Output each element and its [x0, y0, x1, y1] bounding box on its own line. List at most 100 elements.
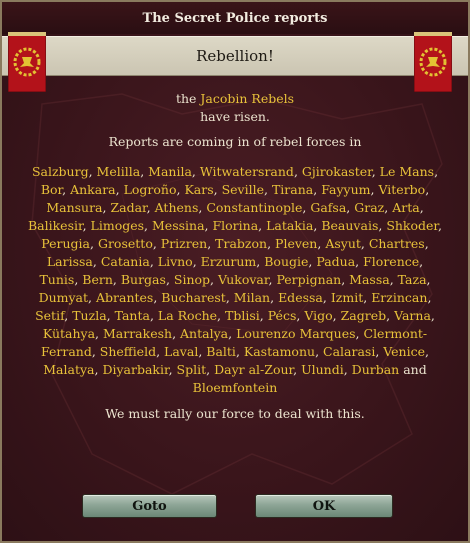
city-name: Trabzon — [215, 236, 268, 251]
city-name: Bougie — [264, 254, 309, 269]
city-name: Beauvais — [321, 218, 379, 233]
city-name: Perpignan — [276, 272, 342, 287]
city-name: Livno — [157, 254, 193, 269]
city-name: Izmit — [330, 290, 364, 305]
city-name: Shkoder — [386, 218, 439, 233]
reports-text: Reports are coming in of rebel forces in — [108, 134, 362, 149]
goto-button[interactable]: Goto — [82, 494, 217, 518]
city-name: Bern — [82, 272, 113, 287]
city-name: Kütahya — [42, 326, 96, 341]
city-name: Balikesir — [27, 218, 83, 233]
city-name: La Roche — [157, 308, 218, 323]
city-name: Bucharest — [161, 290, 226, 305]
city-name: Perugia — [41, 236, 91, 251]
city-name: Manila — [148, 164, 192, 179]
city-name: Kars — [184, 182, 214, 197]
city-name: Erzurum — [200, 254, 257, 269]
and-text: and — [403, 362, 427, 377]
city-name: Larissa — [46, 254, 93, 269]
city-name: Gjirokaster — [301, 164, 372, 179]
city-name: Latakia — [266, 218, 314, 233]
city-name: Diyarbakir — [102, 362, 169, 377]
city-name: Dayr al-Zour — [214, 362, 294, 377]
city-name: Pleven — [275, 236, 318, 251]
rebellion-dialog: The Secret Police reports Rebellion! the… — [0, 0, 470, 543]
city-name: Laval — [164, 344, 199, 359]
city-name: Calarasi — [323, 344, 376, 359]
city-name: Salzburg — [31, 164, 89, 179]
city-name: Pécs — [267, 308, 297, 323]
prefix-text: the — [175, 91, 197, 106]
city-name: Gafsa — [310, 200, 347, 215]
city-name: Durban — [351, 362, 400, 377]
city-name: Setif — [35, 308, 65, 323]
city-name: Limoges — [90, 218, 145, 233]
city-name: Padua — [316, 254, 356, 269]
city-name: Milan — [233, 290, 271, 305]
city-name: Seville — [221, 182, 265, 197]
city-name: Tanta — [114, 308, 150, 323]
city-name: Grosetto — [97, 236, 153, 251]
city-name: Marrakesh — [102, 326, 173, 341]
city-name: Arta — [392, 200, 420, 215]
window-title: The Secret Police reports — [2, 2, 468, 34]
city-name: Dumyat — [38, 290, 89, 305]
city-name: Fayyum — [321, 182, 371, 197]
header-title: Rebellion! — [196, 47, 274, 65]
city-name: Ankara — [70, 182, 116, 197]
city-name: Taza — [397, 272, 427, 287]
city-name: Prizren — [160, 236, 208, 251]
city-name: Varna — [394, 308, 431, 323]
city-name: Messina — [152, 218, 205, 233]
message-body: the Jacobin Rebels have risen. Reports a… — [22, 90, 448, 423]
city-name: Split — [176, 362, 207, 377]
city-name: Viterbo — [378, 182, 426, 197]
city-name: Graz — [354, 200, 385, 215]
city-name: Bloemfontein — [192, 380, 278, 395]
risen-text: have risen. — [200, 109, 270, 124]
city-name: Edessa — [278, 290, 323, 305]
ok-button[interactable]: OK — [255, 494, 393, 518]
window-title-text: The Secret Police reports — [142, 10, 328, 26]
city-name: Antalya — [180, 326, 229, 341]
city-name: Tunis — [39, 272, 75, 287]
city-name: Sinop — [173, 272, 211, 287]
city-name: Catania — [100, 254, 150, 269]
city-name: Chartres — [368, 236, 425, 251]
city-name: Bor — [40, 182, 63, 197]
city-name: Athens — [154, 200, 199, 215]
city-name: Massa — [349, 272, 390, 287]
city-name: Zagreb — [340, 308, 387, 323]
city-name: Vukovar — [217, 272, 269, 287]
city-name: Melilla — [96, 164, 141, 179]
rally-text: We must rally our force to deal with thi… — [105, 406, 365, 421]
city-name: Tblisi — [225, 308, 260, 323]
city-name: Vigo — [304, 308, 333, 323]
city-name: Florina — [212, 218, 259, 233]
city-name: Balti — [206, 344, 236, 359]
city-name: Abrantes — [95, 290, 154, 305]
city-name: Asyut — [325, 236, 361, 251]
header-band: Rebellion! — [2, 36, 468, 76]
city-list: Salzburg, Melilla, Manila, Witwatersrand… — [27, 164, 443, 395]
city-name: Lourenzo Marques — [236, 326, 356, 341]
city-name: Kastamonu — [243, 344, 316, 359]
laurel-eagle-banner-icon — [8, 32, 46, 92]
city-name: Malatya — [43, 362, 95, 377]
goto-button-label: Goto — [132, 498, 167, 514]
city-name: Ulundi — [301, 362, 344, 377]
city-name: Burgas — [120, 272, 166, 287]
city-name: Erzincan — [371, 290, 428, 305]
city-name: Florence — [363, 254, 420, 269]
city-name: Witwatersrand — [199, 164, 294, 179]
ok-button-label: OK — [312, 498, 336, 514]
city-name: Zadar — [110, 200, 147, 215]
city-name: Sheffield — [99, 344, 157, 359]
rebel-faction-name: Jacobin Rebels — [200, 91, 295, 106]
laurel-eagle-banner-icon — [414, 32, 452, 92]
city-name: Tuzla — [72, 308, 107, 323]
city-name: Tirana — [271, 182, 314, 197]
city-name: Venice — [383, 344, 426, 359]
city-name: Constantinople — [206, 200, 303, 215]
city-name: Le Mans — [379, 164, 435, 179]
